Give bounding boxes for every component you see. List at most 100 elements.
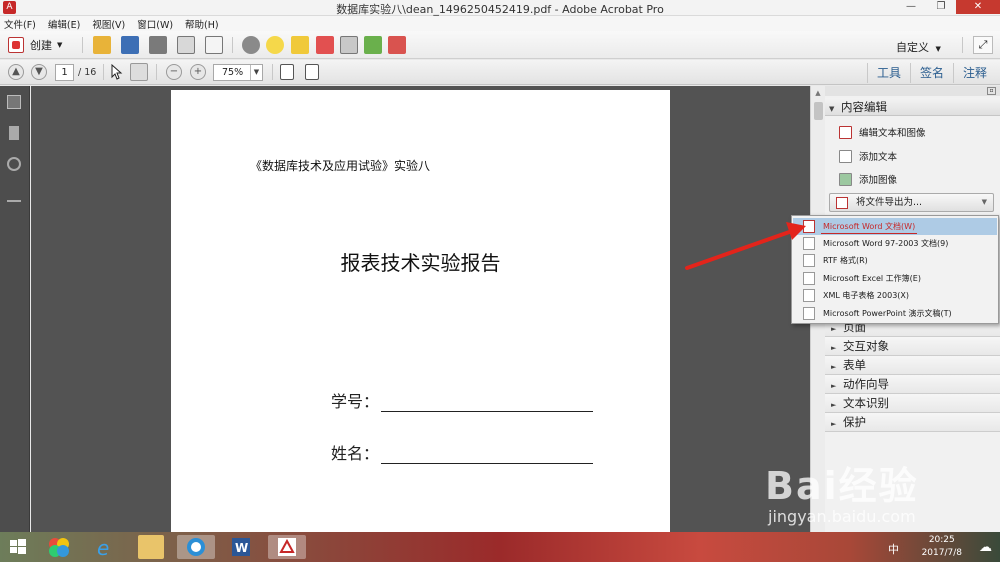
create-label: 创建: [30, 39, 52, 52]
previous-page-icon[interactable]: ▲: [8, 64, 24, 80]
section-action-wizard-label: 动作向导: [843, 377, 889, 391]
document-viewer[interactable]: 《数据库技术及应用试验》实验八 报表技术实验报告 学号： 姓名：: [31, 86, 810, 532]
email-icon[interactable]: [205, 36, 223, 54]
acrobat-taskbar-icon[interactable]: [268, 535, 306, 559]
next-page-icon[interactable]: ▼: [31, 64, 47, 80]
print-icon[interactable]: [149, 36, 167, 54]
fit-width-icon[interactable]: [305, 64, 319, 80]
text-icon: [839, 149, 852, 163]
gear-icon[interactable]: [242, 36, 260, 54]
powerpoint-doc-icon: [803, 307, 815, 320]
tab-comment[interactable]: 注释: [952, 63, 996, 83]
browser-taskbar-icon[interactable]: [177, 535, 215, 559]
customize-dropdown[interactable]: 自定义 ▼: [896, 39, 941, 55]
toolbar-divider: [272, 64, 273, 80]
save-icon[interactable]: [121, 36, 139, 54]
export-file-icon: [836, 196, 848, 209]
export-excel-item[interactable]: Microsoft Excel 工作簿(E): [793, 270, 997, 287]
signature-icon[interactable]: [7, 188, 21, 202]
section-forms[interactable]: ► 表单: [825, 356, 1000, 375]
export-xml-item[interactable]: XML 电子表格 2003(X): [793, 287, 997, 304]
toolbar-divider: [82, 37, 83, 53]
minimize-button[interactable]: —: [896, 0, 926, 14]
add-text-item[interactable]: 添加文本: [839, 149, 897, 163]
redact-icon[interactable]: [316, 36, 334, 54]
edit-text-image-item[interactable]: 编辑文本和图像: [839, 125, 926, 139]
export-word-97-item[interactable]: Microsoft Word 97-2003 文档(9): [793, 235, 997, 252]
student-name-label: 姓名：: [331, 444, 380, 463]
clock-date: 2017/7/8: [921, 548, 962, 558]
close-button[interactable]: ✕: [956, 0, 1000, 14]
menu-window[interactable]: 窗口(W): [137, 17, 173, 31]
add-text-label: 添加文本: [859, 152, 898, 163]
section-action-wizard[interactable]: ► 动作向导: [825, 375, 1000, 394]
protect-icon[interactable]: [340, 36, 358, 54]
underline: [381, 411, 594, 412]
edit-icon[interactable]: [177, 36, 195, 54]
sign-icon[interactable]: [388, 36, 406, 54]
ime-indicator[interactable]: 中: [888, 541, 899, 557]
fullscreen-icon[interactable]: ⤢: [973, 36, 993, 54]
export-word-docx-item[interactable]: Microsoft Word 文档(W): [793, 218, 997, 235]
edit-text-icon: [839, 125, 852, 139]
scroll-up-icon[interactable]: ▲: [813, 88, 823, 98]
create-button[interactable]: 创建 ▼: [8, 36, 62, 54]
rtf-doc-icon: [803, 254, 815, 267]
open-folder-icon[interactable]: [93, 36, 111, 54]
chevron-down-icon: ▼: [829, 105, 835, 113]
chevron-right-icon: ►: [831, 420, 837, 428]
highlight-icon[interactable]: [291, 36, 309, 54]
section-interactive[interactable]: ► 交互对象: [825, 337, 1000, 356]
watermark-logo: Bai经验: [765, 464, 919, 508]
section-text-recognition[interactable]: ► 文本识别: [825, 394, 1000, 413]
page-number-input[interactable]: 1: [55, 64, 74, 81]
file-explorer-icon[interactable]: [138, 535, 164, 559]
zoom-in-icon[interactable]: +: [190, 64, 206, 80]
menu-help[interactable]: 帮助(H): [185, 17, 219, 31]
zoom-out-icon[interactable]: −: [166, 64, 182, 80]
zoom-select[interactable]: 75% ▼: [213, 64, 263, 81]
notification-icon[interactable]: ☁: [979, 540, 992, 555]
underline: [381, 463, 594, 464]
section-interactive-label: 交互对象: [843, 339, 889, 353]
select-cursor-icon[interactable]: [109, 63, 123, 80]
bookmark-icon[interactable]: [9, 126, 19, 140]
svg-text:W: W: [235, 541, 248, 555]
system-tray: 中 20:25 2017/7/8 ☁: [800, 532, 1000, 562]
export-icon[interactable]: [364, 36, 382, 54]
restore-button[interactable]: ❐: [926, 0, 956, 14]
pages-icon[interactable]: [7, 95, 21, 109]
content-edit-header[interactable]: ▼ 内容编辑: [825, 98, 1000, 116]
comment-icon[interactable]: [266, 36, 284, 54]
word-taskbar-icon[interactable]: W: [226, 535, 256, 559]
clock[interactable]: 20:25 2017/7/8: [922, 534, 962, 560]
menu-edit[interactable]: 编辑(E): [48, 17, 80, 31]
section-forms-label: 表单: [843, 358, 866, 372]
export-rtf-item[interactable]: RTF 格式(R): [793, 252, 997, 269]
tab-sign[interactable]: 签名: [909, 63, 953, 83]
export-word-97-label: Microsoft Word 97-2003 文档(9): [823, 239, 949, 248]
add-image-item[interactable]: 添加图像: [839, 172, 897, 186]
internet-explorer-icon[interactable]: e: [92, 535, 118, 560]
attachment-icon[interactable]: [7, 157, 21, 171]
windows-start-icon[interactable]: [6, 535, 30, 559]
tab-tools[interactable]: 工具: [866, 63, 910, 83]
word-doc-icon: [803, 237, 815, 250]
scroll-thumb[interactable]: [814, 102, 823, 120]
export-file-button[interactable]: 将文件导出为... ▼: [829, 193, 994, 212]
svg-text:e: e: [97, 536, 109, 559]
export-rtf-label: RTF 格式(R): [823, 256, 868, 265]
hand-tool-icon[interactable]: [130, 63, 148, 81]
menu-view[interactable]: 视图(V): [92, 17, 125, 31]
page-total: / 16: [78, 67, 97, 78]
menu-file[interactable]: 文件(F): [4, 17, 36, 31]
panel-tabs: 工具 签名 注释: [866, 63, 996, 83]
pinwheel-app-icon[interactable]: [46, 535, 72, 559]
panel-options-icon[interactable]: ▫: [987, 87, 996, 95]
toolbar-divider: [962, 37, 963, 53]
add-image-label: 添加图像: [859, 175, 898, 186]
customize-label: 自定义: [896, 41, 929, 54]
section-protection[interactable]: ► 保护: [825, 413, 1000, 432]
export-powerpoint-item[interactable]: Microsoft PowerPoint 演示文稿(T): [793, 305, 997, 322]
fit-page-icon[interactable]: [280, 64, 294, 80]
